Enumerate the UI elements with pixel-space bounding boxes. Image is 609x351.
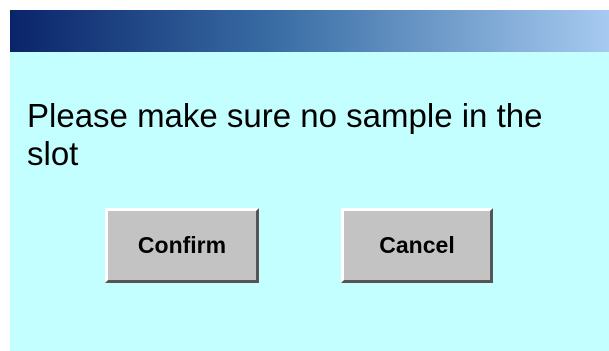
dialog-body: Please make sure no sample in the slot C…	[10, 52, 609, 351]
cancel-button[interactable]: Cancel	[341, 208, 493, 283]
dialog-message: Please make sure no sample in the slot	[27, 97, 543, 172]
dialog-titlebar[interactable]	[10, 10, 609, 52]
confirm-button[interactable]: Confirm	[105, 208, 259, 283]
confirmation-dialog: Please make sure no sample in the slot C…	[0, 0, 609, 351]
